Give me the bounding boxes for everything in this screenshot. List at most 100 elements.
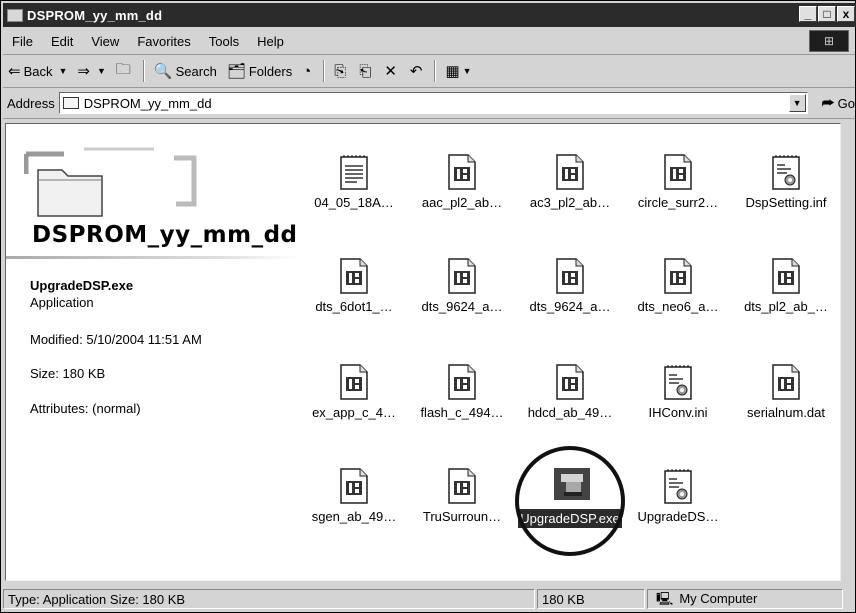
menu-help[interactable]: Help <box>248 34 293 49</box>
windows-logo-icon: ⊞ <box>809 30 849 52</box>
file-size: Size: 180 KB <box>30 366 106 381</box>
delete-button[interactable]: ✕ <box>379 58 405 84</box>
address-label: Address <box>7 95 55 111</box>
go-button[interactable]: ⮫ Go <box>822 95 855 112</box>
folder-icon[interactable] <box>7 8 23 22</box>
file-label: dts_pl2_ab_… <box>744 299 828 314</box>
file-label: aac_pl2_ab… <box>421 195 503 210</box>
file-item[interactable]: UpgradeDS… <box>624 468 732 524</box>
settings-file-icon <box>662 364 694 400</box>
file-item[interactable]: TruSurroun… <box>408 468 516 524</box>
folders-icon: 🗂 <box>226 63 246 80</box>
file-item[interactable]: IHConv.ini <box>624 364 732 420</box>
delete-icon: ✕ <box>384 63 397 80</box>
file-label: flash_c_494… <box>420 405 504 420</box>
status-size: 180 KB <box>537 589 645 609</box>
forward-dropdown-icon[interactable]: ▼ <box>97 66 106 76</box>
menu-edit-label: Edit <box>50 33 74 49</box>
settings-file-icon <box>662 468 694 504</box>
back-dropdown-icon[interactable]: ▼ <box>58 66 67 76</box>
file-item[interactable]: dts_9624_a… <box>408 258 516 314</box>
file-label: dts_9624_a… <box>529 299 611 314</box>
maximize-button[interactable]: □ <box>818 6 836 22</box>
binary-file-icon <box>554 154 586 190</box>
binary-file-icon <box>446 258 478 294</box>
settings-file-icon <box>770 154 802 190</box>
search-button[interactable]: 🔍 Search <box>149 58 222 84</box>
address-value: DSPROM_yy_mm_dd <box>83 95 212 111</box>
minimize-button[interactable]: _ <box>799 6 817 22</box>
file-item[interactable]: serialnum.dat <box>732 364 840 420</box>
toolbar-separator <box>323 60 326 82</box>
up-folder-button[interactable]: 🗀 <box>111 58 139 84</box>
status-zone-label: My Computer <box>679 591 758 606</box>
menu-edit[interactable]: Edit <box>42 34 82 49</box>
status-bar: Type: Application Size: 180 KB 180 KB 🖳 … <box>3 586 855 612</box>
forward-button[interactable]: ⇒ ▼ <box>72 58 111 84</box>
file-item[interactable]: flash_c_494… <box>408 364 516 420</box>
binary-file-icon <box>338 468 370 504</box>
modified-date: Modified: 5/10/2004 11:51 AM <box>30 332 202 347</box>
close-button[interactable]: x <box>837 6 855 22</box>
file-label: dts_neo6_a… <box>637 299 719 314</box>
menu-tools-label: Tools <box>208 33 240 49</box>
views-dropdown-icon[interactable]: ▼ <box>463 66 472 76</box>
file-item[interactable]: sgen_ab_49… <box>300 468 408 524</box>
views-button[interactable]: ▦ ▼ <box>440 58 476 84</box>
window-controls: _ □ x <box>798 6 855 22</box>
binary-file-icon <box>446 468 478 504</box>
file-item[interactable]: ac3_pl2_ab… <box>516 154 624 210</box>
history-button[interactable]: ◔ <box>297 58 319 84</box>
menu-view[interactable]: View <box>82 34 128 49</box>
file-label: dts_9624_a… <box>421 299 503 314</box>
file-item[interactable]: aac_pl2_ab… <box>408 154 516 210</box>
file-item[interactable]: ex_app_c_4… <box>300 364 408 420</box>
folders-button[interactable]: 🗂 Folders <box>222 58 297 84</box>
binary-file-icon <box>770 364 802 400</box>
menu-favorites-label: Favorites <box>137 33 191 49</box>
address-dropdown-button[interactable]: ▼ <box>788 94 806 112</box>
selected-file-type: Application <box>30 295 94 310</box>
go-arrow-icon: ⮫ <box>821 94 835 111</box>
address-field[interactable]: DSPROM_yy_mm_dd ▼ <box>58 92 808 114</box>
binary-file-icon <box>554 364 586 400</box>
file-item[interactable]: DspSetting.inf <box>732 154 840 210</box>
title-bar[interactable]: DSPROM_yy_mm_dd _ □ x <box>3 3 856 27</box>
binary-file-icon <box>554 258 586 294</box>
binary-file-icon <box>662 258 694 294</box>
file-label: TruSurroun… <box>422 509 502 524</box>
file-label: circle_surr2… <box>637 195 719 210</box>
copy-to-button[interactable]: ⎗ <box>354 58 379 84</box>
menu-file-label: File <box>12 33 33 49</box>
file-label: ac3_pl2_ab… <box>529 195 611 210</box>
file-label: ex_app_c_4… <box>312 405 396 420</box>
file-item[interactable]: hdcd_ab_49… <box>516 364 624 420</box>
menu-view-label: View <box>91 33 120 49</box>
binary-file-icon <box>662 154 694 190</box>
move-to-button[interactable]: ⎘ <box>329 58 354 84</box>
menu-bar: File Edit View Favorites Tools Help ⊞ <box>3 28 855 55</box>
file-item[interactable]: circle_surr2… <box>624 154 732 210</box>
undo-button[interactable]: ↶ <box>405 58 431 84</box>
web-view-pane: DSPROM_yy_mm_dd UpgradeDSP.exe Applicati… <box>6 124 302 580</box>
file-grid: 04_05_18A… aac_pl2_ab… ac3_pl2_ab… circle_s… <box>302 124 840 580</box>
selected-file-name: UpgradeDSP.exe <box>30 278 134 293</box>
menu-favorites[interactable]: Favorites <box>128 34 199 49</box>
binary-file-icon <box>770 258 802 294</box>
back-arrow-icon: ⇐ <box>8 63 21 80</box>
file-item[interactable]: dts_pl2_ab_… <box>732 258 840 314</box>
menu-tools[interactable]: Tools <box>200 34 248 49</box>
search-label: Search <box>175 63 217 79</box>
binary-file-icon <box>338 258 370 294</box>
folder-content-area[interactable]: DSPROM_yy_mm_dd UpgradeDSP.exe Applicati… <box>5 123 841 581</box>
file-item[interactable]: 04_05_18A… <box>300 154 408 210</box>
text-document-icon <box>338 154 370 190</box>
back-button[interactable]: ⇐ Back ▼ <box>3 58 72 84</box>
file-item[interactable]: dts_6dot1_… <box>300 258 408 314</box>
file-item[interactable]: dts_neo6_a… <box>624 258 732 314</box>
menu-file[interactable]: File <box>3 34 42 49</box>
go-label: Go <box>837 95 855 111</box>
file-label: DspSetting.inf <box>745 195 827 210</box>
file-item[interactable]: dts_9624_a… <box>516 258 624 314</box>
menu-help-label: Help <box>257 33 284 49</box>
